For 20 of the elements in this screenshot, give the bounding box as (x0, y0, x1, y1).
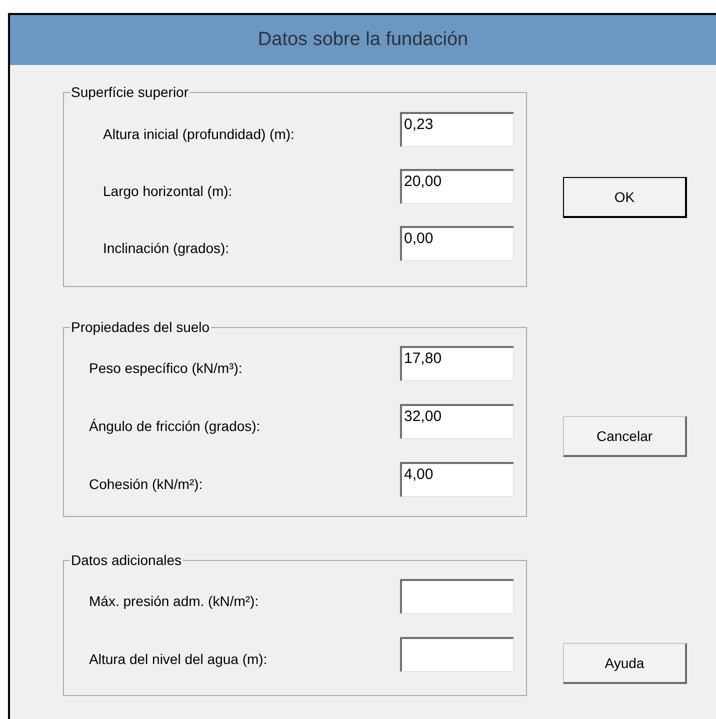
input-field[interactable]: 20,00 (400, 169, 514, 204)
field-label: Altura del nivel del agua (m): (89, 650, 268, 669)
input-field[interactable]: 17,80 (400, 346, 514, 381)
field-label: Largo horizontal (m): (103, 182, 232, 201)
dialog-button[interactable]: Cancelar (563, 416, 687, 457)
input-field[interactable]: 4,00 (400, 462, 514, 497)
field-label: Inclinación (grados): (103, 239, 230, 258)
field-label: Peso específico (kN/m³): (89, 359, 242, 378)
field-label: Ángulo de fricción (grados): (89, 417, 260, 436)
input-field[interactable]: 32,00 (400, 404, 514, 439)
field-label: Altura inicial (profundidad) (m): (103, 125, 294, 144)
input-field[interactable] (400, 579, 514, 614)
field-label: Máx. presión adm. (kN/m²): (89, 592, 259, 611)
input-field[interactable]: 0,00 (400, 226, 514, 261)
window-title: Datos sobre la fundación (258, 28, 468, 52)
field-label: Cohesión (kN/m²): (89, 475, 203, 494)
dialog-button[interactable]: Ayuda (563, 643, 687, 684)
dialog-button[interactable]: OK (563, 177, 687, 218)
input-field[interactable]: 0,23 (400, 112, 514, 147)
input-field[interactable] (400, 637, 514, 672)
